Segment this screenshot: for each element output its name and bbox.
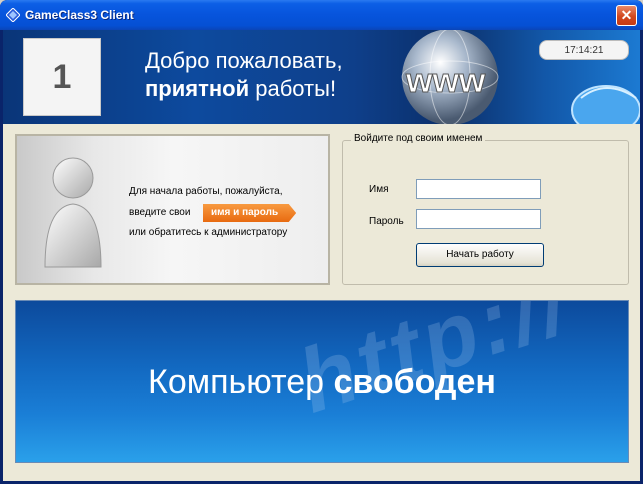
client-area: 1 Добро пожаловать, приятной работы! www… (3, 30, 640, 481)
name-input[interactable] (416, 179, 541, 199)
status-regular: Компьютер (148, 363, 334, 401)
computer-number: 1 (23, 38, 101, 116)
user-silhouette-icon (44, 157, 102, 268)
close-button[interactable]: ✕ (616, 5, 637, 26)
globe-icon: www (401, 30, 499, 124)
password-label: Пароль (369, 216, 404, 227)
login-group: Войдите под своим именем Имя Пароль Нача… (342, 133, 629, 285)
header-banner: 1 Добро пожаловать, приятной работы! www… (3, 30, 640, 124)
status-banner: http:// Компьютер свободен (15, 300, 629, 463)
instruction-line-1: Для начала работы, пожалуйста, (129, 186, 283, 197)
app-window: GameClass3 Client ✕ 1 Добро пожаловать, … (0, 0, 643, 484)
welcome-rest: работы! (249, 76, 337, 101)
welcome-bold: приятной (145, 76, 250, 101)
clock-display: 17:14:21 (539, 40, 629, 60)
credentials-highlight: имя и пароль (203, 204, 297, 222)
status-bold: свободен (333, 363, 496, 401)
login-legend: Войдите под своим именем (351, 133, 486, 144)
computer-status: Компьютер свободен (16, 363, 628, 402)
welcome-line-2: приятной работы! (145, 76, 336, 102)
instruction-line-3: или обратитесь к администратору (129, 227, 288, 238)
instruction-panel: Для начала работы, пожалуйста, введите с… (15, 134, 330, 285)
window-title: GameClass3 Client (25, 8, 134, 22)
start-session-button[interactable]: Начать работу (416, 243, 544, 267)
title-bar[interactable]: GameClass3 Client ✕ (0, 0, 643, 30)
app-icon (6, 8, 20, 22)
name-label: Имя (369, 184, 389, 195)
globe-text: www (405, 62, 486, 100)
welcome-line-1: Добро пожаловать, (145, 48, 343, 73)
instruction-line-2: введите свои (129, 207, 191, 218)
mouse-icon (571, 85, 640, 124)
password-input[interactable] (416, 209, 541, 229)
